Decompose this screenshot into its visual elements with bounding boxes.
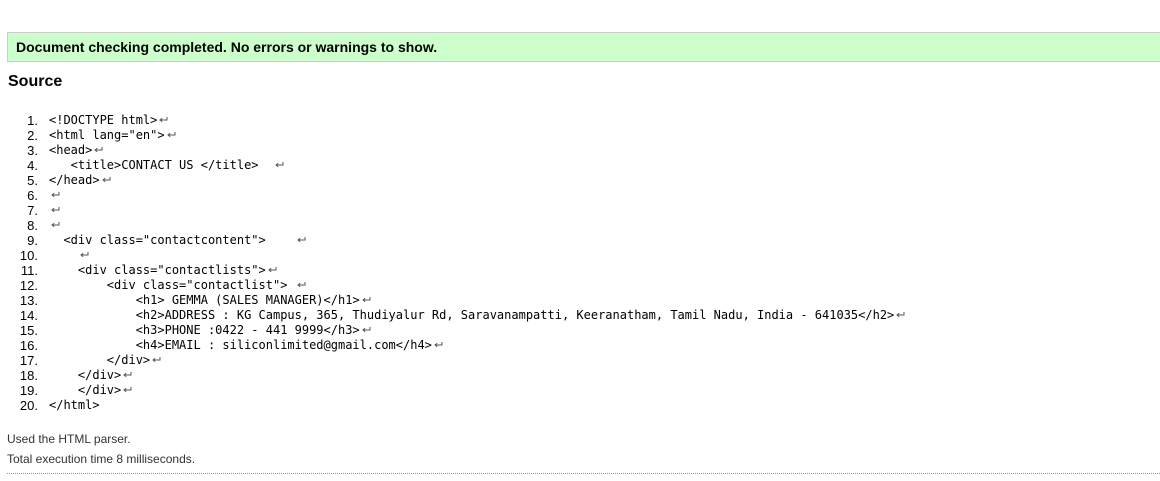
source-line: 16. <h4>EMAIL : siliconlimited@gmail.com…: [0, 338, 905, 353]
line-number: 2.: [27, 128, 38, 143]
source-line: 1. <!DOCTYPE html>: [0, 113, 905, 128]
source-line: 2. <html lang="en">: [0, 128, 905, 143]
line-number: 1.: [27, 113, 38, 128]
success-message: Document checking completed. No errors o…: [16, 39, 438, 55]
return-arrow-icon: [51, 221, 60, 228]
line-number: 15.: [19, 323, 38, 338]
line-number: 3.: [27, 143, 38, 158]
source-line: 13. <h1> GEMMA (SALES MANAGER)</h1>: [0, 293, 905, 308]
line-number: 16.: [19, 338, 38, 353]
source-line: 19. </div>: [0, 383, 905, 398]
line-number: 20.: [19, 398, 38, 413]
source-line: 6.: [0, 188, 905, 203]
line-number: 8.: [27, 218, 38, 233]
line-code: <div class="contactcontent">: [49, 233, 295, 247]
line-code: <div class="contactlists">: [49, 263, 266, 277]
return-arrow-icon: [159, 116, 168, 123]
source-line: 4. <title>CONTACT US </title>: [0, 158, 905, 173]
source-line: 12. <div class="contactlist">: [0, 278, 905, 293]
line-code: <div class="contactlist">: [49, 278, 295, 292]
line-code: <h3>PHONE :0422 - 441 9999</h3>: [49, 323, 360, 337]
return-arrow-icon: [361, 296, 371, 303]
return-arrow-icon: [361, 326, 371, 333]
execution-time: Total execution time 8 milliseconds.: [7, 452, 196, 466]
source-line: 9. <div class="contactcontent">: [0, 233, 905, 248]
return-arrow-icon: [896, 311, 905, 318]
return-arrow-icon: [94, 146, 103, 153]
line-number: 4.: [27, 158, 38, 173]
line-number: 12.: [19, 278, 38, 293]
return-arrow-icon: [267, 266, 277, 273]
source-line: 11. <div class="contactlists">: [0, 263, 905, 278]
line-number: 7.: [27, 203, 38, 218]
line-number: 13.: [19, 293, 38, 308]
line-code: <!DOCTYPE html>: [49, 113, 158, 127]
return-arrow-icon: [51, 191, 60, 198]
source-line: 20. </html>: [0, 398, 905, 413]
line-code: <h1> GEMMA (SALES MANAGER)</h1>: [49, 293, 360, 307]
line-code: </div>: [49, 368, 122, 382]
line-number: 5.: [27, 173, 38, 188]
return-arrow-icon: [296, 281, 306, 288]
source-line: 5. </head>: [0, 173, 905, 188]
line-number: 19.: [19, 383, 38, 398]
line-number: 6.: [27, 188, 38, 203]
divider: [7, 473, 1160, 474]
source-line: 14. <h2>ADDRESS : KG Campus, 365, Thudiy…: [0, 308, 905, 323]
line-number: 17.: [19, 353, 38, 368]
line-code: <head>: [49, 143, 93, 157]
source-listing: 1. <!DOCTYPE html> 2. <html lang="en"> 3. <he…: [0, 113, 905, 413]
return-arrow-icon: [296, 236, 306, 243]
success-banner: Document checking completed. No errors o…: [7, 32, 1160, 62]
source-line: 18. </div>: [0, 368, 905, 383]
return-arrow-icon: [123, 386, 132, 393]
source-line: 15. <h3>PHONE :0422 - 441 9999</h3>: [0, 323, 905, 338]
line-code: </html>: [49, 398, 100, 412]
line-code: </div>: [49, 383, 122, 397]
line-code: </div>: [49, 353, 151, 367]
return-arrow-icon: [166, 131, 176, 138]
return-arrow-icon: [275, 161, 284, 168]
source-heading: Source: [8, 73, 63, 90]
source-line: 17. </div>: [0, 353, 905, 368]
line-code: </head>: [49, 173, 100, 187]
line-code: <title>CONTACT US </title>: [49, 158, 273, 172]
return-arrow-icon: [152, 356, 161, 363]
line-number: 11.: [20, 263, 38, 278]
line-number: 10.: [19, 248, 38, 263]
line-number: 9.: [27, 233, 38, 248]
return-arrow-icon: [123, 371, 132, 378]
return-arrow-icon: [434, 341, 443, 348]
source-line: 10.: [0, 248, 905, 263]
line-number: 14.: [19, 308, 38, 323]
return-arrow-icon: [51, 206, 60, 213]
source-line: 8.: [0, 218, 905, 233]
line-code: <html lang="en">: [49, 128, 165, 142]
return-arrow-icon: [80, 251, 89, 258]
source-line: 7.: [0, 203, 905, 218]
line-code: <h4>EMAIL : siliconlimited@gmail.com</h4…: [49, 338, 432, 352]
source-line: 3. <head>: [0, 143, 905, 158]
line-code: <h2>ADDRESS : KG Campus, 365, Thudiyalur…: [49, 308, 895, 322]
parser-info: Used the HTML parser.: [7, 432, 131, 446]
return-arrow-icon: [101, 176, 111, 183]
line-number: 18.: [19, 368, 38, 383]
